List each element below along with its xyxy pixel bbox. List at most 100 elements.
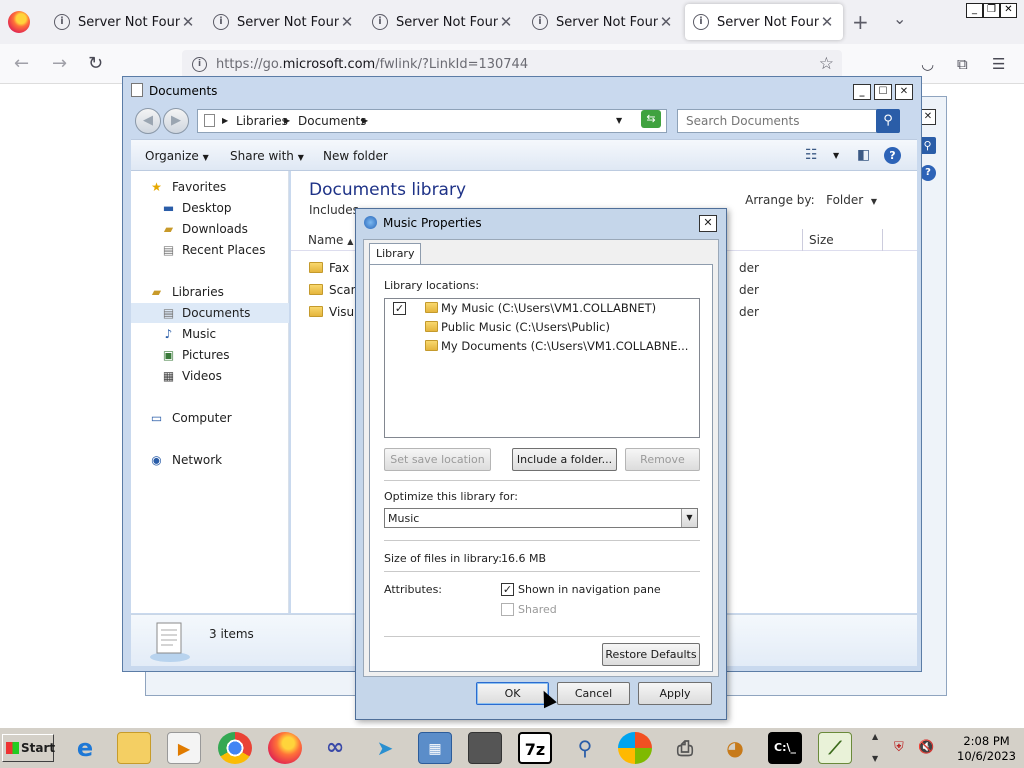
scroll-down-icon[interactable]: ▼: [872, 754, 878, 763]
view-dropdown-icon[interactable]: ▼: [833, 151, 839, 160]
security-alert-icon[interactable]: ⛨: [894, 740, 904, 755]
address-dropdown-icon[interactable]: ▼: [616, 116, 622, 125]
chart-tool-icon[interactable]: ⟋: [818, 732, 852, 764]
volume-muted-icon[interactable]: 🔇: [918, 740, 934, 755]
explorer-search-box[interactable]: ⚲: [677, 109, 900, 133]
explorer-search-input[interactable]: [678, 110, 868, 132]
preview-pane-icon[interactable]: ◧: [857, 147, 870, 163]
shared-checkbox[interactable]: [501, 603, 514, 616]
library-locations-list[interactable]: ✓ My Music (C:\Users\VM1.COLLABNET) Publ…: [384, 298, 700, 438]
paint-palette-icon[interactable]: ◕: [718, 732, 752, 764]
shown-in-nav-label[interactable]: Shown in navigation pane: [518, 583, 661, 596]
close-tab-icon[interactable]: ✕: [180, 13, 196, 31]
file-explorer-icon[interactable]: [117, 732, 151, 764]
explorer-address-bar[interactable]: ▶ Libraries ▶ Documents ▶ ▼: [197, 109, 667, 133]
nav-item-pictures[interactable]: ▣ Pictures: [131, 345, 289, 365]
chevron-down-icon[interactable]: ⌄: [893, 9, 906, 28]
breadcrumb-libraries[interactable]: Libraries: [236, 114, 288, 128]
nav-item-music[interactable]: ♪ Music: [131, 324, 289, 344]
nav-item-videos[interactable]: ▦ Videos: [131, 366, 289, 386]
nav-item-network[interactable]: ◉ Network: [131, 450, 289, 470]
media-player-icon[interactable]: ▶: [167, 732, 201, 764]
network-monitor-icon[interactable]: ⚲: [568, 732, 602, 764]
chrome-icon[interactable]: [218, 732, 252, 764]
apply-button[interactable]: Apply: [638, 682, 712, 705]
browser-tab-4[interactable]: i Server Not Found ✕: [524, 4, 682, 40]
shown-in-nav-checkbox[interactable]: ✓: [501, 583, 514, 596]
chevron-down-icon[interactable]: ▼: [681, 509, 697, 527]
file-row[interactable]: Scan der: [309, 283, 759, 303]
share-with-button[interactable]: Share with ▼: [230, 149, 304, 163]
back-arrow-icon[interactable]: ←: [14, 53, 29, 74]
organize-button[interactable]: Organize ▼: [145, 149, 209, 163]
chevron-right-icon[interactable]: ▶: [222, 116, 228, 125]
new-tab-icon[interactable]: +: [852, 10, 869, 34]
menu-hamburger-icon[interactable]: ☰: [992, 55, 1005, 73]
close-tab-icon[interactable]: ✕: [658, 13, 674, 31]
reload-icon[interactable]: ↻: [88, 53, 103, 74]
firefox-logo-icon[interactable]: [8, 11, 30, 33]
help-icon[interactable]: ?: [884, 147, 901, 164]
dialog-close-icon[interactable]: ✕: [699, 215, 717, 232]
browser-tab-1[interactable]: i Server Not Found ✕: [46, 4, 204, 40]
restore-icon[interactable]: ❐: [983, 3, 1000, 18]
explorer-close-icon[interactable]: ✕: [895, 84, 913, 100]
close-tab-icon[interactable]: ✕: [819, 13, 835, 31]
nav-item-computer[interactable]: ▭ Computer: [131, 408, 289, 428]
nav-item-favorites[interactable]: ★ Favorites: [131, 177, 289, 197]
breadcrumb-documents[interactable]: Documents: [298, 114, 366, 128]
system-clock[interactable]: 2:08 PM 10/6/2023: [957, 734, 1016, 764]
close-tab-icon[interactable]: ✕: [498, 13, 514, 31]
include-folder-button[interactable]: Include a folder...: [512, 448, 617, 471]
forward-arrow-icon[interactable]: →: [52, 53, 67, 74]
view-options-icon[interactable]: ☷: [805, 147, 818, 163]
background-close-icon[interactable]: ✕: [920, 109, 936, 125]
infinity-app-icon[interactable]: ∞: [318, 732, 352, 764]
background-help-icon[interactable]: ?: [920, 165, 936, 181]
chevron-right-icon[interactable]: ▶: [284, 116, 290, 125]
browser-tab-2[interactable]: i Server Not Found ✕: [205, 4, 363, 40]
extensions-icon[interactable]: ⧉: [957, 55, 968, 73]
nav-item-desktop[interactable]: ▬ Desktop: [131, 198, 289, 218]
explorer-maximize-icon[interactable]: ☐: [874, 84, 892, 100]
explorer-minimize-icon[interactable]: _: [853, 84, 871, 100]
browser-tab-5-active[interactable]: i Server Not Found ✕: [685, 4, 843, 40]
printer-fax-icon[interactable]: ⎙: [668, 732, 702, 764]
nav-item-documents[interactable]: ▤ Documents: [131, 303, 289, 323]
windows-orb-icon[interactable]: [618, 732, 652, 764]
start-button[interactable]: Start: [2, 734, 55, 762]
column-size[interactable]: Size: [809, 233, 834, 247]
pocket-icon[interactable]: ◡: [921, 55, 934, 73]
column-separator[interactable]: [882, 229, 883, 251]
arrange-dropdown[interactable]: Folder ▼: [826, 193, 877, 207]
cancel-button[interactable]: Cancel: [557, 682, 630, 705]
list-item[interactable]: Public Music (C:\Users\Public): [425, 320, 610, 334]
minimize-icon[interactable]: _: [966, 3, 983, 18]
send-paper-plane-icon[interactable]: ➤: [368, 732, 402, 764]
restore-defaults-button[interactable]: Restore Defaults: [602, 643, 700, 666]
library-includes[interactable]: Includes: [309, 203, 359, 217]
shared-label[interactable]: Shared: [518, 603, 557, 616]
nav-item-downloads[interactable]: ▰ Downloads: [131, 219, 289, 239]
optimize-select[interactable]: Music ▼: [384, 508, 698, 528]
explorer-back-icon[interactable]: ◀: [135, 108, 161, 134]
command-prompt-icon[interactable]: C:\_: [768, 732, 802, 764]
file-row[interactable]: Visu der: [309, 305, 759, 325]
site-info-icon[interactable]: i: [192, 57, 207, 72]
file-row[interactable]: Fax der: [309, 261, 759, 281]
search-icon[interactable]: ⚲: [876, 109, 900, 133]
list-item[interactable]: My Documents (C:\Users\VM1.COLLABNE...: [425, 339, 688, 353]
firefox-icon[interactable]: [268, 732, 302, 764]
close-window-icon[interactable]: ✕: [1000, 3, 1017, 18]
column-separator[interactable]: [802, 229, 803, 251]
control-panel-icon[interactable]: ▦: [418, 732, 452, 764]
set-save-location-button[interactable]: Set save location: [384, 448, 491, 471]
internet-explorer-icon[interactable]: e: [68, 732, 102, 764]
scroll-up-icon[interactable]: ▲: [872, 732, 878, 741]
remove-button[interactable]: Remove: [625, 448, 700, 471]
nav-item-libraries[interactable]: ▰ Libraries: [131, 282, 289, 302]
nav-item-recent-places[interactable]: ▤ Recent Places: [131, 240, 289, 260]
url-text[interactable]: https://go.microsoft.com/fwlink/?LinkId=…: [216, 57, 528, 72]
seven-zip-icon[interactable]: 7z: [518, 732, 552, 764]
new-folder-button[interactable]: New folder: [323, 149, 388, 163]
